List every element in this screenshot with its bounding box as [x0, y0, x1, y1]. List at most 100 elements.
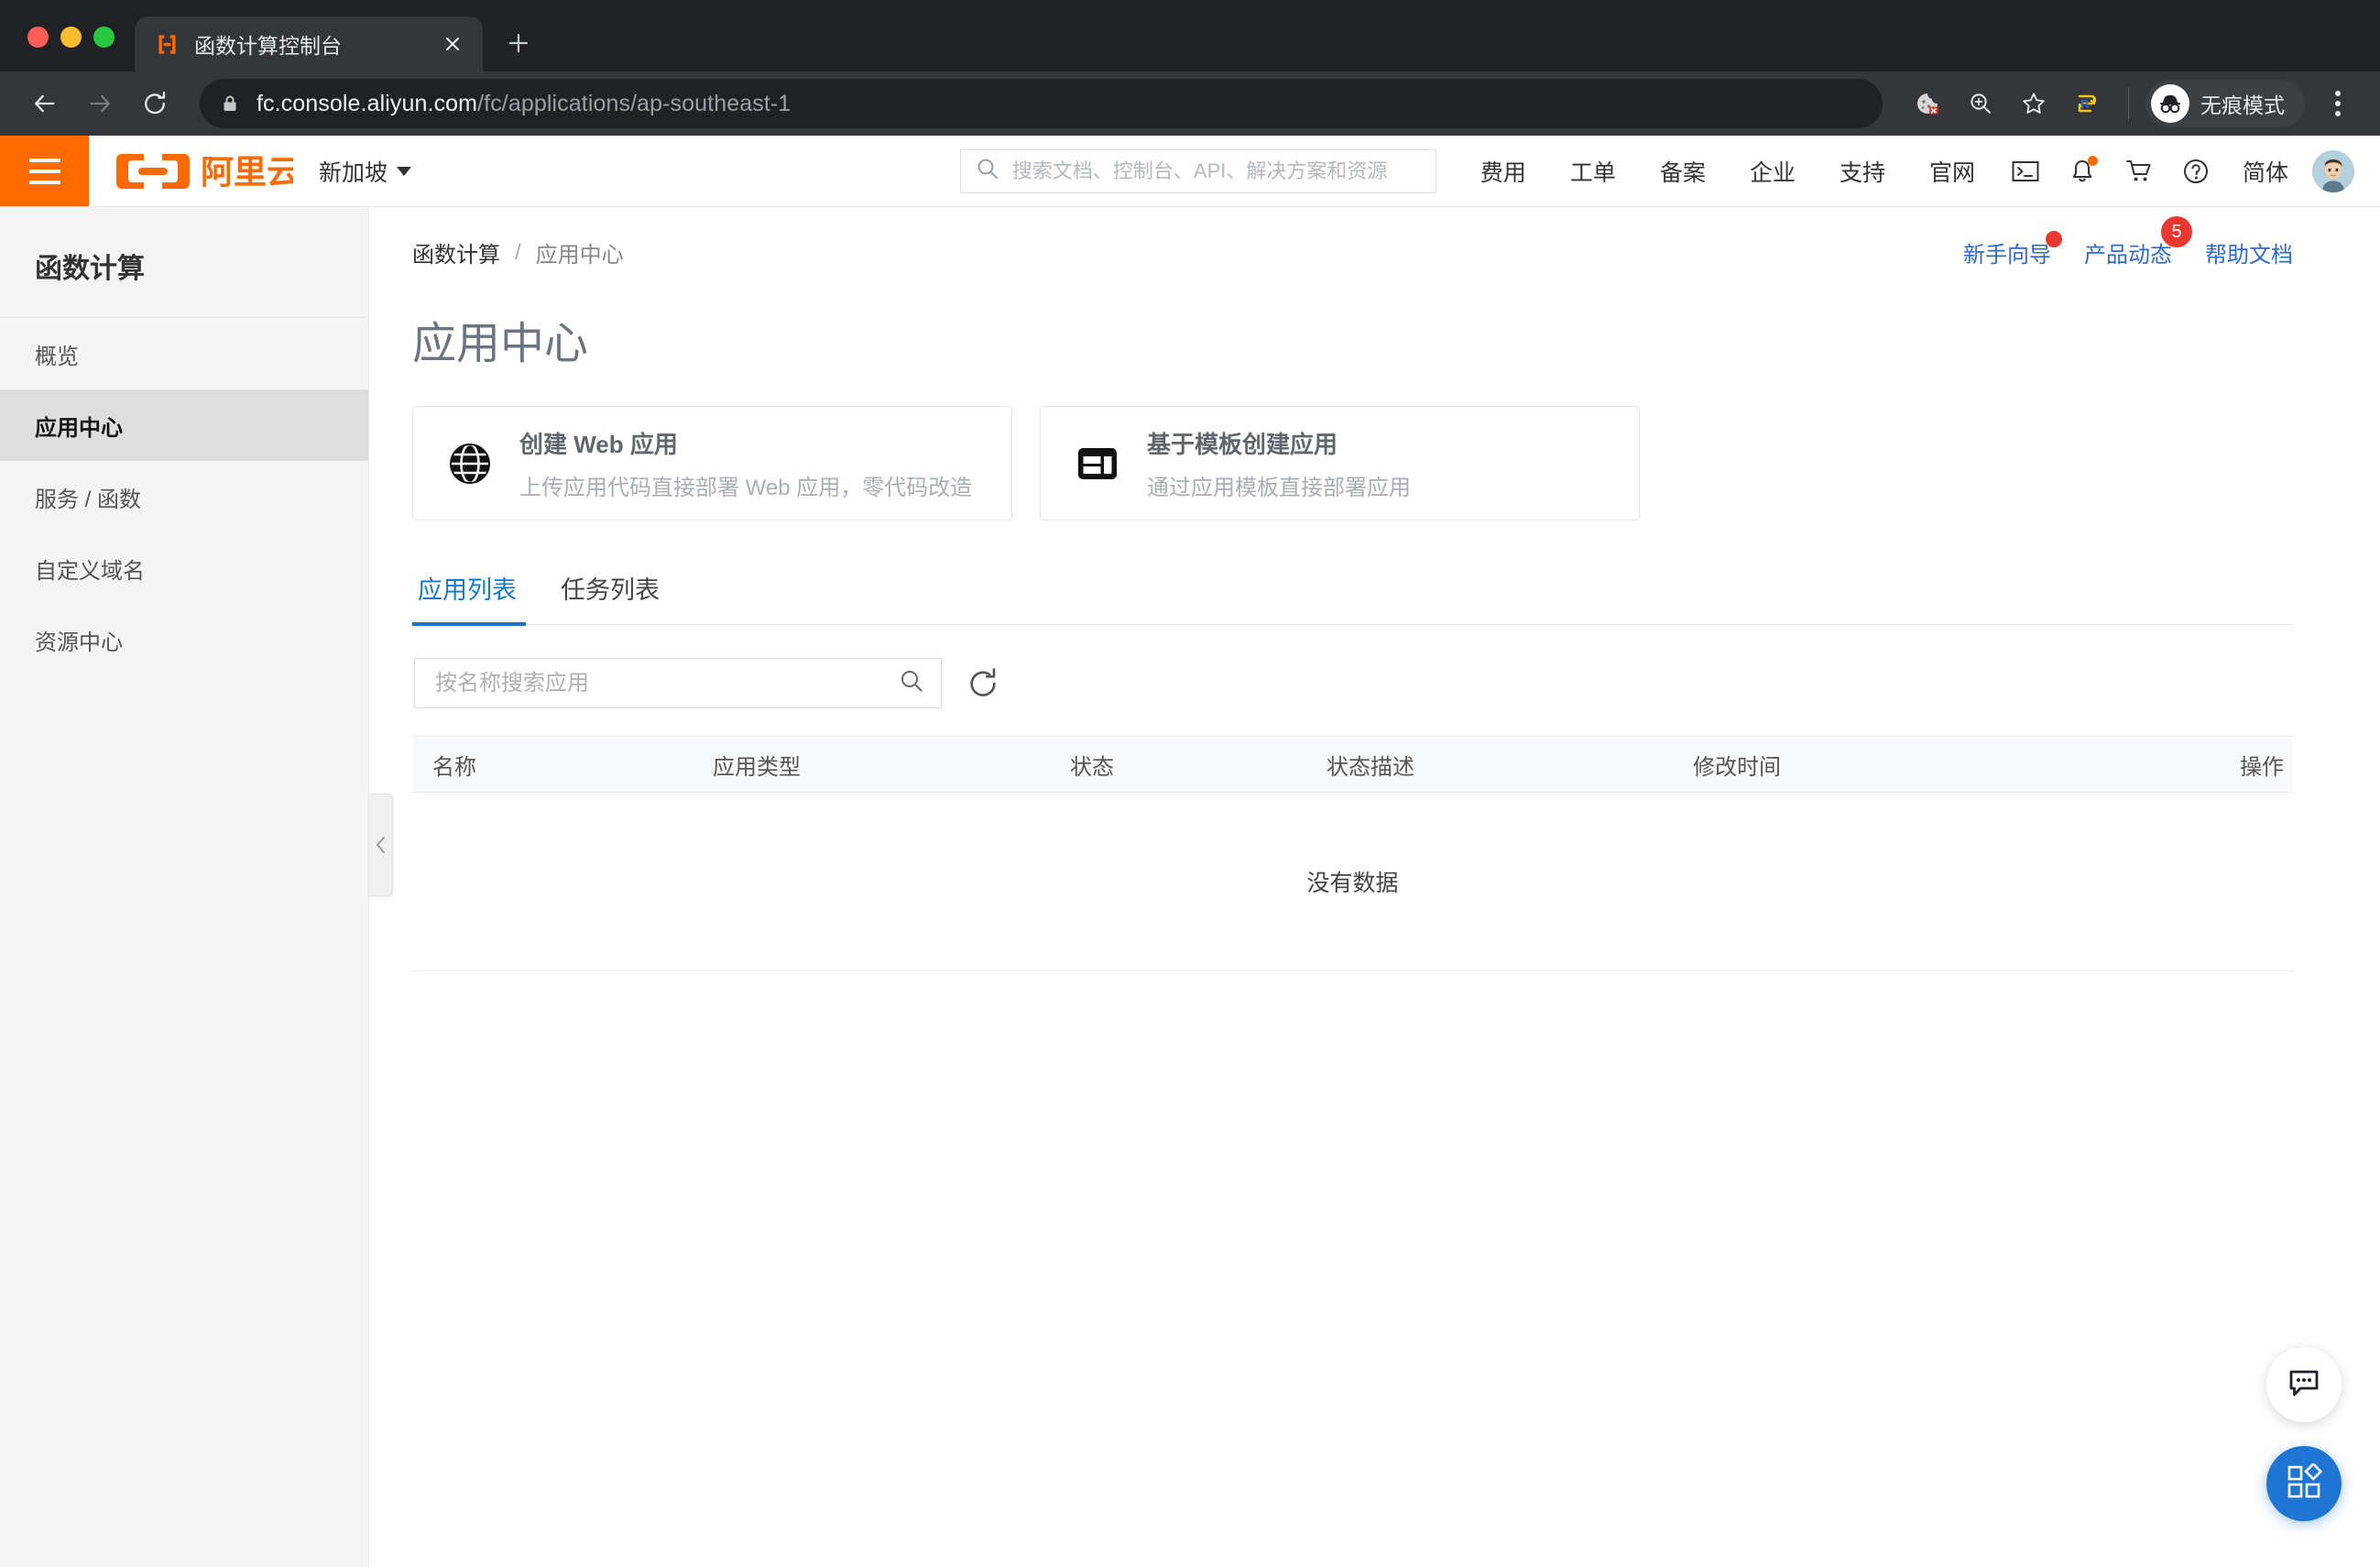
search-icon[interactable]	[899, 668, 924, 698]
nav-link-enterprise[interactable]: 企业	[1728, 155, 1818, 188]
close-window-button[interactable]	[27, 27, 49, 48]
globe-icon	[444, 440, 496, 488]
link-beginner-guide[interactable]: 新手向导	[1947, 231, 2068, 268]
global-search-box[interactable]	[959, 148, 1436, 193]
sidebar-item-custom-domain[interactable]: 自定义域名	[0, 532, 368, 604]
card-title: 基于模板创建应用	[1147, 430, 1338, 458]
arrow-left-icon[interactable]	[20, 79, 70, 128]
omnibox[interactable]: fc.console.aliyun.com/fc/applications/ap…	[200, 79, 1883, 128]
feedback-chat-button[interactable]	[2266, 1347, 2342, 1422]
nav-link-fees[interactable]: 费用	[1458, 155, 1548, 188]
sidebar-item-label: 应用中心	[35, 415, 123, 441]
link-product-updates[interactable]: 产品动态 5	[2068, 216, 2192, 268]
app-search-input[interactable]	[435, 670, 888, 696]
header-icon-group: 简体	[1997, 136, 2380, 206]
bookmark-star-icon[interactable]	[2009, 79, 2058, 128]
nav-link-support[interactable]: 支持	[1818, 155, 1907, 188]
browser-toolbar: fc.console.aliyun.com/fc/applications/ap…	[0, 71, 2380, 136]
lock-icon	[220, 93, 240, 114]
link-label: 帮助文档	[2205, 243, 2293, 268]
zoom-in-icon[interactable]	[1956, 79, 2005, 128]
browser-tab[interactable]: 函数计算控制台	[135, 16, 483, 71]
tab-application-list[interactable]: 应用列表	[412, 570, 539, 626]
kebab-menu-icon[interactable]	[2316, 79, 2360, 128]
column-header-app-type: 应用类型	[713, 754, 801, 780]
column-header-status-desc: 状态描述	[1326, 754, 1414, 780]
close-icon[interactable]	[437, 28, 468, 60]
omnibox-url-host: fc.console.aliyun.com	[257, 90, 478, 116]
reload-icon[interactable]	[130, 79, 180, 128]
cloudshell-icon[interactable]	[1997, 136, 2054, 207]
cookie-blocked-icon[interactable]	[1903, 79, 1952, 128]
column-header-actions: 操作	[2240, 754, 2284, 780]
search-icon	[976, 157, 999, 185]
aliyun-logo[interactable]: 阿里云	[89, 136, 293, 206]
create-web-app-card[interactable]: 创建 Web 应用 上传应用代码直接部署 Web 应用，零代码改造	[412, 406, 1012, 521]
chevron-left-icon	[376, 837, 385, 853]
browser-window: 函数计算控制台 fc.console.aliyun.com/fc/applica…	[0, 0, 2380, 1567]
nav-link-website[interactable]: 官网	[1907, 155, 1997, 188]
maximize-window-button[interactable]	[93, 27, 115, 48]
chat-bubble-icon	[2287, 1365, 2321, 1405]
sidebar-item-resource-center[interactable]: 资源中心	[0, 604, 368, 675]
column-header-status: 状态	[1070, 754, 1114, 780]
action-card-group: 创建 Web 应用 上传应用代码直接部署 Web 应用，零代码改造 基于模板创建…	[412, 406, 2293, 521]
column-header-name: 名称	[432, 754, 476, 780]
svg-text:阿里云: 阿里云	[201, 153, 293, 191]
link-help-docs[interactable]: 帮助文档	[2189, 236, 2293, 268]
aliyun-top-header: 阿里云 新加坡 费用 工单 备案	[0, 136, 2380, 207]
sidebar-item-overview[interactable]: 概览	[0, 318, 368, 389]
tab-label: 应用列表	[418, 576, 517, 604]
nav-link-tickets[interactable]: 工单	[1548, 155, 1638, 188]
notification-bell-icon[interactable]	[2054, 136, 2111, 207]
user-avatar[interactable]	[2312, 149, 2354, 192]
table-toolbar	[412, 625, 2293, 736]
sidebar-item-services-functions[interactable]: 服务 / 函数	[0, 461, 368, 532]
language-switcher[interactable]: 简体	[2224, 155, 2307, 188]
window-traffic-lights	[16, 27, 135, 71]
region-label: 新加坡	[319, 159, 388, 186]
breadcrumb-row: 函数计算 / 应用中心 新手向导 产品动态 5 帮助文档	[412, 207, 2293, 268]
chevron-down-icon	[397, 166, 412, 176]
app-search-box[interactable]	[414, 658, 942, 708]
grid-apps-icon	[2286, 1462, 2323, 1505]
create-from-template-card[interactable]: 基于模板创建应用 通过应用模板直接部署应用	[1040, 406, 1640, 521]
region-selector[interactable]: 新加坡	[293, 136, 437, 206]
sidebar-item-application-center[interactable]: 应用中心	[0, 389, 368, 461]
minimize-window-button[interactable]	[60, 27, 82, 48]
page-title: 应用中心	[412, 320, 589, 368]
sidebar-item-label: 自定义域名	[35, 558, 145, 584]
omnibox-url-path: /fc/applications/ap-southeast-1	[477, 90, 792, 116]
tab-label: 任务列表	[561, 576, 660, 604]
card-subtitle: 上传应用代码直接部署 Web 应用，零代码改造	[519, 475, 973, 500]
help-circle-icon[interactable]	[2167, 136, 2224, 207]
card-text-block: 基于模板创建应用 通过应用模板直接部署应用	[1147, 426, 1411, 501]
svg-text:R: R	[2080, 97, 2090, 111]
breadcrumb-root[interactable]: 函数计算	[412, 236, 500, 268]
sidebar-collapse-handle[interactable]	[369, 794, 393, 896]
notification-dot	[2087, 155, 2098, 166]
nav-link-icp[interactable]: 备案	[1638, 155, 1728, 188]
update-count-badge: 5	[2161, 216, 2192, 247]
page-body: 函数计算 概览 应用中心 服务 / 函数 自定义域名 资源中心 函数计算 / 应…	[0, 207, 2380, 1567]
search-input[interactable]	[1011, 159, 1421, 183]
header-nav-links: 费用 工单 备案 企业 支持 官网	[1436, 136, 1997, 206]
tab-task-list[interactable]: 任务列表	[539, 570, 682, 624]
browser-toolbar-icons: R 无痕模式	[1903, 79, 2360, 128]
table-empty-state: 没有数据	[412, 793, 2293, 971]
extension-r-icon[interactable]: R	[2062, 79, 2112, 128]
new-tab-button[interactable]	[497, 22, 540, 64]
refresh-icon[interactable]	[962, 663, 1004, 705]
application-table: 名称 应用类型 状态 状态描述 修改时间 操作 没有数据	[412, 736, 2293, 971]
left-sidebar: 函数计算 概览 应用中心 服务 / 函数 自定义域名 资源中心	[0, 207, 369, 1567]
header-spacer-left	[437, 136, 960, 206]
sidebar-item-label: 服务 / 函数	[35, 487, 142, 512]
browser-tab-title: 函数计算控制台	[194, 34, 342, 58]
aliyun-fc-favicon-icon	[155, 32, 180, 57]
app-grid-button[interactable]	[2266, 1446, 2342, 1521]
shopping-cart-icon[interactable]	[2111, 136, 2167, 207]
browser-tabstrip: 函数计算控制台	[0, 0, 2380, 71]
sidebar-item-label: 概览	[35, 344, 79, 369]
incognito-indicator[interactable]: 无痕模式	[2145, 80, 2305, 127]
hamburger-menu-icon[interactable]	[0, 136, 89, 206]
